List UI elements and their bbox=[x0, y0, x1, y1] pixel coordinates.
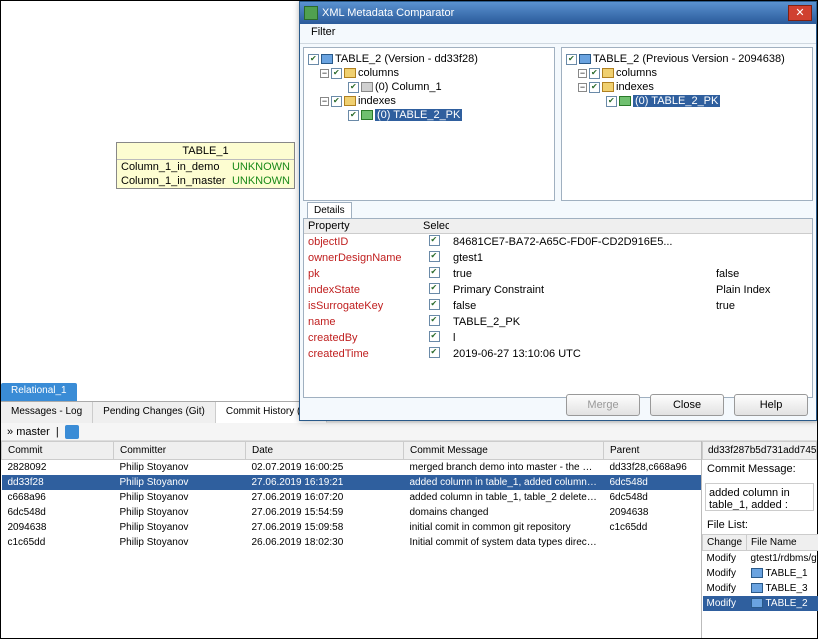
folder-icon bbox=[344, 68, 356, 78]
checkbox[interactable] bbox=[429, 235, 440, 246]
branch-indicator[interactable]: » master bbox=[7, 426, 50, 438]
details-grid[interactable]: Property Selected objectID84681CE7-BA72-… bbox=[303, 218, 813, 398]
commit-detail-panel: dd33f287b5d731add745a58 Commit Message: … bbox=[701, 441, 817, 638]
property-row[interactable]: nameTABLE_2_PK bbox=[304, 314, 812, 330]
property-row[interactable]: objectID84681CE7-BA72-A65C-FD0F-CD2D916E… bbox=[304, 234, 812, 250]
tree-node-selected[interactable]: (0) TABLE_2_PK bbox=[633, 95, 720, 107]
commit-row[interactable]: 2094638Philip Stoyanov27.06.2019 15:09:5… bbox=[2, 520, 702, 535]
canvas-table[interactable]: TABLE_1 Column_1_in_demoUNKNOWNColumn_1_… bbox=[116, 142, 295, 189]
checkbox[interactable] bbox=[429, 315, 440, 326]
collapse-icon[interactable]: − bbox=[578, 69, 587, 78]
file-list-label: File List: bbox=[702, 516, 817, 534]
property-row[interactable]: pktruefalse bbox=[304, 266, 812, 282]
column-header[interactable]: Commit bbox=[2, 442, 114, 460]
canvas-table-title: TABLE_1 bbox=[117, 143, 294, 160]
checkbox[interactable] bbox=[348, 82, 359, 93]
checkbox[interactable] bbox=[429, 299, 440, 310]
filter-button[interactable]: Filter bbox=[306, 24, 340, 40]
bottom-tab[interactable]: Messages - Log bbox=[1, 402, 93, 423]
checkbox[interactable] bbox=[429, 283, 440, 294]
close-button[interactable]: Close bbox=[650, 394, 724, 416]
file-list-table[interactable]: ChangeFile Name Modifygtest1/rdbms/gtest… bbox=[702, 534, 818, 611]
column-icon bbox=[361, 82, 373, 92]
app-icon bbox=[304, 6, 318, 20]
dialog-titlebar[interactable]: XML Metadata Comparator ✕ bbox=[300, 2, 816, 24]
commit-row[interactable]: dd33f28Philip Stoyanov27.06.2019 16:19:2… bbox=[2, 475, 702, 490]
table-icon bbox=[751, 598, 763, 608]
column-header[interactable]: Change bbox=[703, 535, 747, 551]
checkbox[interactable] bbox=[589, 68, 600, 79]
key-icon bbox=[619, 96, 631, 106]
commit-hash-header: dd33f287b5d731add745a58 bbox=[702, 441, 817, 460]
commit-message-label: Commit Message: bbox=[702, 460, 817, 478]
checkbox[interactable] bbox=[606, 96, 617, 107]
checkbox[interactable] bbox=[429, 331, 440, 342]
checkbox[interactable] bbox=[429, 251, 440, 262]
table-icon bbox=[579, 54, 591, 64]
checkbox[interactable] bbox=[308, 54, 319, 65]
details-tab[interactable]: Details bbox=[307, 202, 352, 218]
column-header[interactable]: Commit Message bbox=[404, 442, 604, 460]
checkbox[interactable] bbox=[348, 110, 359, 121]
checkbox[interactable] bbox=[429, 267, 440, 278]
column-header[interactable]: Parent bbox=[604, 442, 702, 460]
file-row[interactable]: ModifyTABLE_1 bbox=[703, 566, 818, 581]
folder-icon bbox=[602, 82, 614, 92]
xml-comparator-dialog: XML Metadata Comparator ✕ Filter TABLE_2… bbox=[299, 1, 817, 421]
collapse-icon[interactable]: − bbox=[320, 97, 329, 106]
table-icon bbox=[321, 54, 333, 64]
bottom-tab[interactable]: Pending Changes (Git) bbox=[93, 402, 216, 423]
collapse-icon[interactable]: − bbox=[320, 69, 329, 78]
commit-message-box: added column in table_1, added : bbox=[705, 483, 814, 511]
property-row[interactable]: ownerDesignNamegtest1 bbox=[304, 250, 812, 266]
canvas-column-row: Column_1_in_demoUNKNOWN bbox=[117, 160, 294, 174]
commit-row[interactable]: 2828092Philip Stoyanov02.07.2019 16:00:2… bbox=[2, 460, 702, 476]
branch-bar: » master | bbox=[1, 423, 817, 441]
table-icon bbox=[751, 583, 763, 593]
file-row[interactable]: ModifyTABLE_3 bbox=[703, 581, 818, 596]
commit-row[interactable]: c1c65ddPhilip Stoyanov26.06.2019 18:02:3… bbox=[2, 535, 702, 550]
left-tree[interactable]: TABLE_2 (Version - dd33f28)−columns(0) C… bbox=[303, 47, 555, 201]
folder-icon bbox=[602, 68, 614, 78]
column-header[interactable]: File Name bbox=[747, 535, 818, 551]
property-row[interactable]: createdTime2019-06-27 13:10:06 UTC bbox=[304, 346, 812, 362]
table-icon bbox=[751, 568, 763, 578]
property-row[interactable]: createdByl bbox=[304, 330, 812, 346]
tree-node-selected[interactable]: (0) TABLE_2_PK bbox=[375, 109, 462, 121]
checkbox[interactable] bbox=[331, 96, 342, 107]
commit-history-table[interactable]: CommitCommitterDateCommit MessageParent … bbox=[1, 441, 701, 550]
commit-row[interactable]: c668a96Philip Stoyanov27.06.2019 16:07:2… bbox=[2, 490, 702, 505]
file-row[interactable]: ModifyTABLE_2 bbox=[703, 596, 818, 611]
commit-row[interactable]: 6dc548dPhilip Stoyanov27.06.2019 15:54:5… bbox=[2, 505, 702, 520]
close-icon[interactable]: ✕ bbox=[788, 5, 812, 21]
column-header[interactable]: Committer bbox=[114, 442, 246, 460]
refresh-icon[interactable] bbox=[65, 425, 79, 439]
checkbox[interactable] bbox=[566, 54, 577, 65]
folder-icon bbox=[344, 96, 356, 106]
canvas-column-row: Column_1_in_masterUNKNOWN bbox=[117, 174, 294, 188]
collapse-icon[interactable]: − bbox=[578, 83, 587, 92]
merge-button: Merge bbox=[566, 394, 640, 416]
relational-tab[interactable]: Relational_1 bbox=[1, 383, 77, 401]
column-header[interactable]: Date bbox=[246, 442, 404, 460]
checkbox[interactable] bbox=[331, 68, 342, 79]
file-row[interactable]: Modifygtest1/rdbms/gtest bbox=[703, 551, 818, 567]
checkbox[interactable] bbox=[429, 347, 440, 358]
checkbox[interactable] bbox=[589, 82, 600, 93]
property-row[interactable]: indexStatePrimary ConstraintPlain Index bbox=[304, 282, 812, 298]
right-tree[interactable]: TABLE_2 (Previous Version - 2094638)−col… bbox=[561, 47, 813, 201]
key-icon bbox=[361, 110, 373, 120]
help-button[interactable]: Help bbox=[734, 394, 808, 416]
property-row[interactable]: isSurrogateKeyfalsetrue bbox=[304, 298, 812, 314]
